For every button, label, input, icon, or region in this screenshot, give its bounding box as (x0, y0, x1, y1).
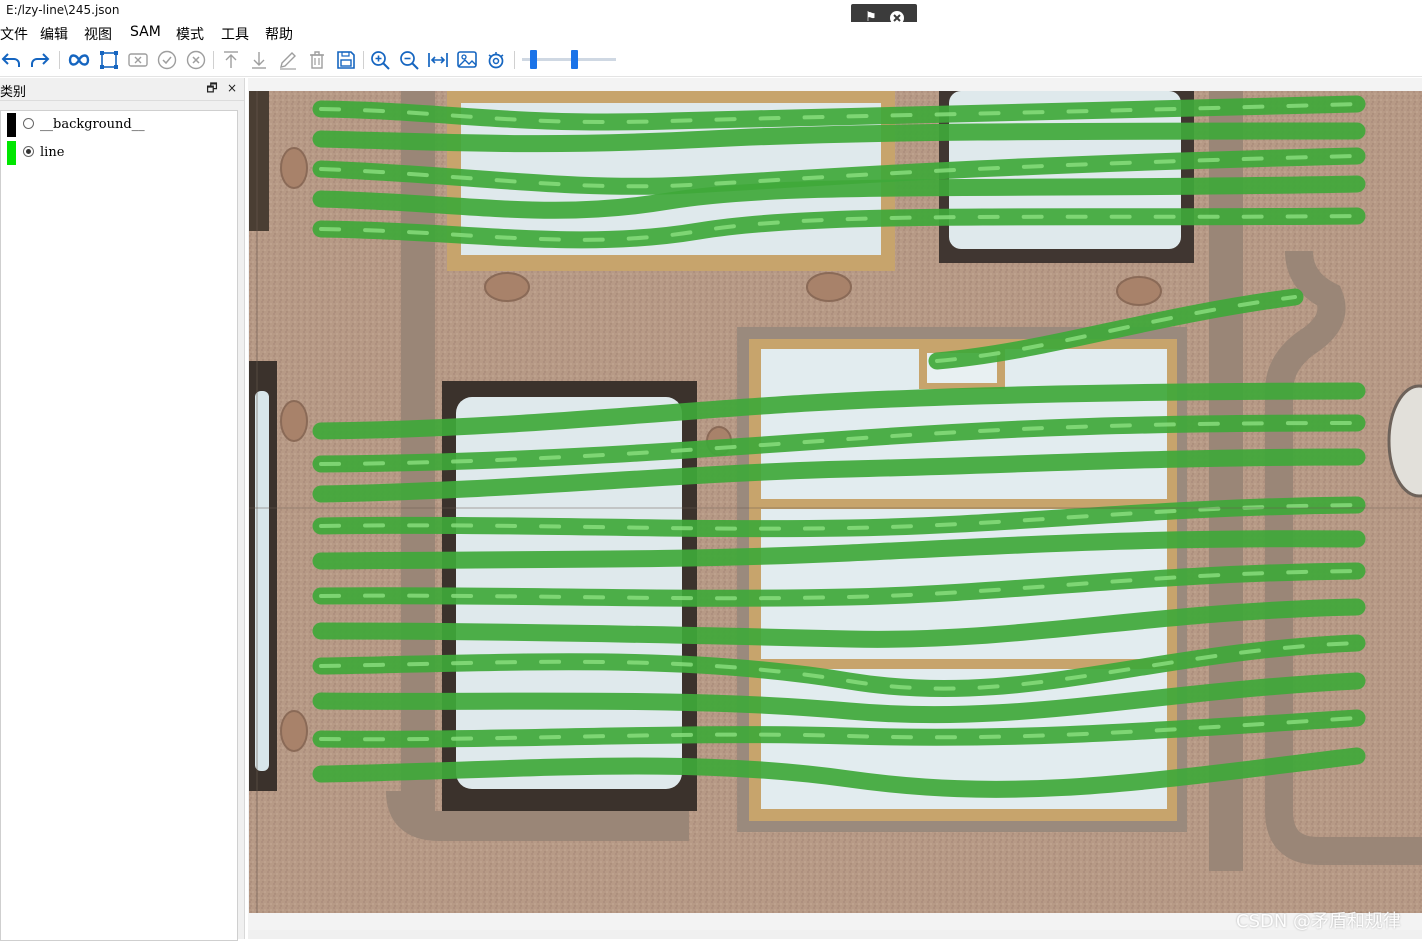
bring-to-top-icon[interactable] (220, 49, 242, 71)
class-item-background[interactable]: __background__ (1, 112, 235, 138)
send-to-bottom-icon[interactable] (248, 49, 270, 71)
cancel-icon[interactable] (185, 49, 207, 71)
toolbar-separator (514, 51, 515, 69)
dock-float-button[interactable]: 🗗 (205, 81, 219, 95)
class-color-swatch (7, 113, 16, 137)
edit-icon[interactable] (277, 49, 299, 71)
dock-title: 类别 (0, 85, 27, 100)
undo-icon[interactable] (0, 49, 22, 71)
sam-icon[interactable] (68, 49, 90, 71)
class-radio[interactable] (23, 118, 34, 129)
zoom-out-icon[interactable] (398, 49, 420, 71)
menu-tools[interactable]: 工具 (221, 24, 249, 44)
dock-close-button[interactable]: × (225, 81, 239, 95)
title-bar: E:/lzy-line\245.json (0, 0, 1422, 22)
class-color-swatch (7, 141, 16, 165)
delete-shape-icon[interactable] (127, 49, 149, 71)
annotation-canvas[interactable] (248, 78, 1422, 939)
class-label: __background__ (40, 117, 145, 132)
watermark: CSDN @矛盾和规律 (1236, 911, 1402, 932)
toolbar-separator (363, 51, 364, 69)
class-item-line[interactable]: line (1, 140, 235, 166)
menu-edit[interactable]: 编辑 (40, 24, 68, 44)
class-radio[interactable] (23, 146, 34, 157)
image-icon[interactable] (456, 49, 478, 71)
slider-low-handle[interactable] (530, 50, 538, 69)
slider-high-handle[interactable] (570, 50, 578, 69)
menu-mode[interactable]: 模式 (176, 24, 204, 44)
fit-width-icon[interactable] (427, 49, 449, 71)
menu-view[interactable]: 视图 (84, 24, 112, 44)
toolbar-separator (213, 51, 214, 69)
dock-header: 类别 🗗 × (0, 78, 244, 101)
zoom-in-icon[interactable] (369, 49, 391, 71)
menu-bar: 文件 编辑 视图 SAM 模式 工具 帮助 (0, 22, 1422, 44)
annotated-image[interactable] (249, 91, 1422, 913)
redo-icon[interactable] (29, 49, 51, 71)
class-list: __background__ line (0, 110, 238, 941)
menu-sam[interactable]: SAM (130, 24, 161, 40)
window-title: E:/lzy-line\245.json (6, 3, 120, 17)
confirm-icon[interactable] (156, 49, 178, 71)
save-icon[interactable] (335, 49, 357, 71)
class-label: line (40, 145, 65, 160)
settings-icon[interactable] (485, 49, 507, 71)
trash-icon[interactable] (306, 49, 328, 71)
rectangle-icon[interactable] (98, 49, 120, 71)
toolbar (0, 44, 1422, 77)
menu-help[interactable]: 帮助 (265, 24, 293, 44)
toolbar-separator (59, 51, 60, 69)
class-dock: 类别 🗗 × __background__ line (0, 78, 245, 941)
menu-file[interactable]: 文件 (0, 24, 28, 44)
